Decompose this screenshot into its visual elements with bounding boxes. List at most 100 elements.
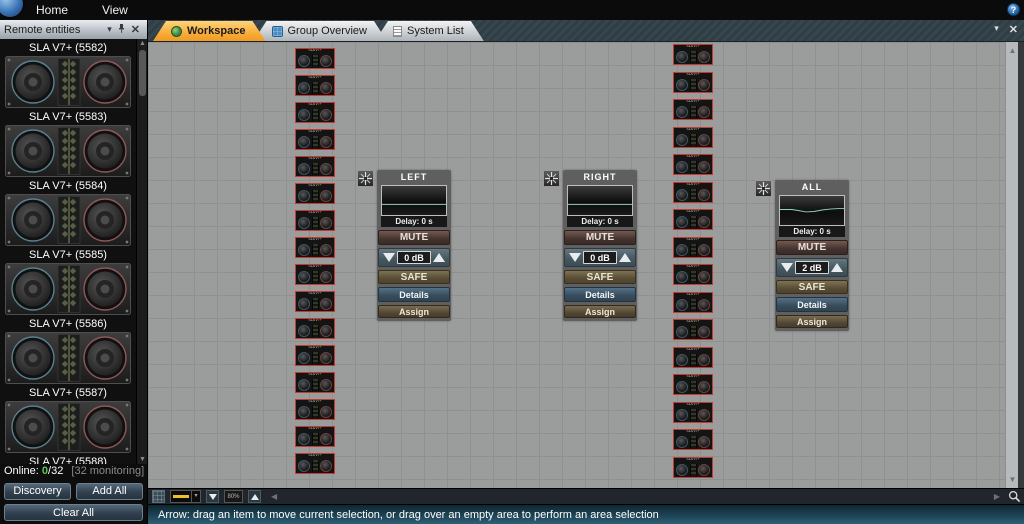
woofer-right-icon bbox=[698, 381, 710, 393]
move-handle-icon[interactable] bbox=[543, 170, 560, 187]
safe-button[interactable]: SAFE bbox=[378, 270, 450, 284]
magnifier-icon[interactable] bbox=[1008, 490, 1021, 508]
speaker-tile[interactable]: SLA V7+ bbox=[295, 264, 335, 285]
clear-all-button[interactable]: Clear All bbox=[4, 504, 143, 521]
gain-down-button[interactable] bbox=[569, 253, 581, 262]
speaker-tile[interactable]: SLA V7+ bbox=[673, 264, 713, 285]
safe-button[interactable]: SAFE bbox=[776, 280, 848, 294]
chevron-down-icon[interactable]: ▾ bbox=[104, 24, 115, 35]
add-all-button[interactable]: Add All bbox=[76, 483, 143, 500]
gain-up-button[interactable] bbox=[433, 253, 445, 262]
hscroll-right-icon[interactable]: ▶ bbox=[994, 492, 1000, 501]
speaker-tile[interactable]: SLA V7+ bbox=[673, 209, 713, 230]
mute-button[interactable]: MUTE bbox=[378, 230, 450, 245]
speaker-tile[interactable]: SLA V7+ bbox=[295, 183, 335, 204]
device-item[interactable]: SLA V7+ (5586) bbox=[0, 317, 136, 384]
gain-down-button[interactable] bbox=[781, 263, 793, 272]
zoom-in-button[interactable] bbox=[248, 490, 261, 503]
speaker-tile[interactable]: SLA V7+ bbox=[673, 182, 713, 203]
scroll-up-icon[interactable]: ▲ bbox=[137, 40, 147, 47]
speaker-tile[interactable]: SLA V7+ bbox=[295, 156, 335, 177]
gain-up-button[interactable] bbox=[831, 263, 843, 272]
speaker-tile[interactable]: SLA V7+ bbox=[673, 99, 713, 120]
speaker-tile[interactable]: SLA V7+ bbox=[673, 319, 713, 340]
speaker-tile[interactable]: SLA V7+ bbox=[295, 210, 335, 231]
tab-workspace[interactable]: Workspace bbox=[153, 21, 266, 41]
speaker-tile[interactable]: SLA V7+ bbox=[673, 237, 713, 258]
pin-icon[interactable] bbox=[115, 24, 128, 35]
speaker-tile[interactable]: SLA V7+ bbox=[673, 44, 713, 65]
assign-button[interactable]: Assign bbox=[564, 305, 636, 318]
device-item[interactable]: SLA V7+ (5583) bbox=[0, 110, 136, 177]
speaker-tile[interactable]: SLA V7+ bbox=[295, 318, 335, 339]
mute-button[interactable]: MUTE bbox=[564, 230, 636, 245]
tab-group-overview[interactable]: Group Overview bbox=[254, 21, 387, 41]
canvas-scrollbar[interactable]: ▲ ▼ bbox=[1005, 42, 1018, 488]
device-item[interactable]: SLA V7+ (5585) bbox=[0, 248, 136, 315]
device-item[interactable]: SLA V7+ (5584) bbox=[0, 179, 136, 246]
close-icon[interactable]: ✕ bbox=[128, 23, 143, 36]
details-button[interactable]: Details bbox=[776, 297, 848, 312]
speaker-tile[interactable]: SLA V7+ bbox=[673, 457, 713, 478]
speaker-tile[interactable]: SLA V7+ bbox=[673, 402, 713, 423]
speaker-tile[interactable]: SLA V7+ bbox=[295, 453, 335, 474]
speaker-tile[interactable]: SLA V7+ bbox=[673, 154, 713, 175]
mute-button[interactable]: MUTE bbox=[776, 240, 848, 255]
group-panel-left[interactable]: LEFT Delay: 0 s MUTE 0 dB SAFE Details A… bbox=[377, 170, 451, 321]
tab-list-chevron-icon[interactable]: ▾ bbox=[994, 23, 999, 36]
hscroll-left-icon[interactable]: ◀ bbox=[271, 492, 277, 501]
group-panel-all[interactable]: ALL Delay: 0 s MUTE 2 dB SAFE Details As… bbox=[775, 180, 849, 331]
line-style-button[interactable]: ▾ bbox=[170, 490, 201, 503]
scrollbar-thumb[interactable] bbox=[139, 50, 146, 96]
speaker-tile[interactable]: SLA V7+ bbox=[295, 399, 335, 420]
zoom-out-button[interactable] bbox=[206, 490, 219, 503]
move-handle-icon[interactable] bbox=[357, 170, 374, 187]
safe-button[interactable]: SAFE bbox=[564, 270, 636, 284]
menu-item-view[interactable]: View bbox=[96, 1, 134, 19]
move-handle-icon[interactable] bbox=[755, 180, 772, 197]
speaker-tile[interactable]: SLA V7+ bbox=[295, 426, 335, 447]
gain-down-button[interactable] bbox=[383, 253, 395, 262]
menu-item-home[interactable]: Home bbox=[30, 1, 74, 19]
assign-button[interactable]: Assign bbox=[378, 305, 450, 318]
group-overview-icon bbox=[272, 26, 283, 37]
line-style-dropdown-icon[interactable]: ▾ bbox=[191, 491, 200, 502]
speaker-tile[interactable]: SLA V7+ bbox=[295, 102, 335, 123]
group-panel-right[interactable]: RIGHT Delay: 0 s MUTE 0 dB SAFE Details … bbox=[563, 170, 637, 321]
tab-close-icon[interactable]: ✕ bbox=[1009, 23, 1018, 36]
discovery-button[interactable]: Discovery bbox=[4, 483, 71, 500]
device-item[interactable]: SLA V7+ (5588) bbox=[0, 455, 136, 464]
workspace-canvas[interactable]: ▲ ▼ SLA V7+ SLA V7+ SLA V7+ SLA V7+ bbox=[148, 42, 1024, 488]
speaker-tile[interactable]: SLA V7+ bbox=[295, 129, 335, 150]
speaker-tile[interactable]: SLA V7+ bbox=[295, 372, 335, 393]
speaker-tile[interactable]: SLA V7+ bbox=[673, 127, 713, 148]
speaker-tile[interactable]: SLA V7+ bbox=[673, 292, 713, 313]
speaker-tile[interactable]: SLA V7+ bbox=[673, 429, 713, 450]
gain-value[interactable]: 2 dB bbox=[795, 261, 829, 274]
tab-system-list[interactable]: System List bbox=[375, 21, 484, 41]
speaker-tile[interactable]: SLA V7+ bbox=[295, 237, 335, 258]
help-icon[interactable]: ? bbox=[1007, 3, 1020, 16]
speaker-tile[interactable]: SLA V7+ bbox=[295, 75, 335, 96]
speaker-tile[interactable]: SLA V7+ bbox=[295, 291, 335, 312]
details-button[interactable]: Details bbox=[564, 287, 636, 302]
eq-display[interactable] bbox=[381, 185, 447, 216]
device-item[interactable]: SLA V7+ (5582) bbox=[0, 41, 136, 108]
assign-button[interactable]: Assign bbox=[776, 315, 848, 328]
gain-value[interactable]: 0 dB bbox=[397, 251, 431, 264]
scroll-down-icon[interactable]: ▼ bbox=[137, 456, 147, 463]
gain-value[interactable]: 0 dB bbox=[583, 251, 617, 264]
speaker-tile[interactable]: SLA V7+ bbox=[673, 347, 713, 368]
eq-display[interactable] bbox=[567, 185, 633, 216]
details-button[interactable]: Details bbox=[378, 287, 450, 302]
speaker-tile[interactable]: SLA V7+ bbox=[295, 48, 335, 69]
grid-toggle-icon[interactable] bbox=[152, 490, 165, 503]
sidebar-scrollbar[interactable]: ▲ ▼ bbox=[136, 39, 147, 464]
device-item[interactable]: SLA V7+ (5587) bbox=[0, 386, 136, 453]
eq-display[interactable] bbox=[779, 195, 845, 226]
woofer-right-icon bbox=[320, 433, 332, 445]
gain-up-button[interactable] bbox=[619, 253, 631, 262]
speaker-tile[interactable]: SLA V7+ bbox=[295, 345, 335, 366]
speaker-tile[interactable]: SLA V7+ bbox=[673, 72, 713, 93]
speaker-tile[interactable]: SLA V7+ bbox=[673, 374, 713, 395]
